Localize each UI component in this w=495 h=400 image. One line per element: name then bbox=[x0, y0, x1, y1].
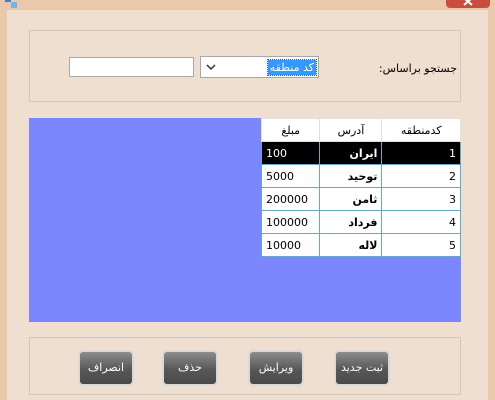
chevron-down-icon[interactable] bbox=[203, 59, 219, 75]
search-input[interactable] bbox=[69, 57, 194, 77]
title-bar bbox=[0, 0, 495, 10]
window-frame-right bbox=[488, 10, 495, 400]
column-header-address[interactable]: آدرس bbox=[319, 118, 383, 142]
table-row[interactable]: 3 ثامن 200000 bbox=[260, 187, 461, 211]
app-icon bbox=[5, 0, 17, 8]
cell-code[interactable]: 4 bbox=[381, 210, 461, 234]
cell-amount[interactable]: 10000 bbox=[260, 233, 321, 257]
table-row[interactable]: 5 لاله 10000 bbox=[260, 233, 461, 257]
data-grid-table: کدمنطقه آدرس مبلغ 1 ایران 100 2 توحید 50… bbox=[260, 118, 461, 257]
new-record-button[interactable]: ثبت جدید bbox=[334, 350, 390, 386]
table-row[interactable]: 2 توحید 5000 bbox=[260, 164, 461, 188]
cell-code[interactable]: 2 bbox=[381, 164, 461, 188]
cell-address[interactable]: لاله bbox=[319, 233, 383, 257]
close-icon bbox=[463, 0, 473, 6]
search-label: جستجو براساس: bbox=[378, 62, 457, 75]
column-header-code[interactable]: کدمنطقه bbox=[381, 118, 461, 142]
cell-amount[interactable]: 100 bbox=[260, 141, 321, 165]
cell-amount[interactable]: 100000 bbox=[260, 210, 321, 234]
close-button[interactable] bbox=[446, 0, 490, 8]
cell-address[interactable]: فرداد bbox=[319, 210, 383, 234]
cell-address[interactable]: توحید bbox=[319, 164, 383, 188]
delete-button[interactable]: حذف bbox=[162, 350, 218, 386]
table-row[interactable]: 1 ایران 100 bbox=[260, 141, 461, 165]
data-grid: کدمنطقه آدرس مبلغ 1 ایران 100 2 توحید 50… bbox=[29, 118, 461, 322]
grid-header-row: کدمنطقه آدرس مبلغ bbox=[260, 118, 461, 142]
cell-code[interactable]: 5 bbox=[381, 233, 461, 257]
cell-amount[interactable]: 200000 bbox=[260, 187, 321, 211]
combo-selected-value: کد منطقه bbox=[266, 59, 318, 76]
cell-code[interactable]: 1 bbox=[381, 141, 461, 165]
cell-address[interactable]: ثامن bbox=[319, 187, 383, 211]
cell-address[interactable]: ایران bbox=[319, 141, 383, 165]
window-frame-left bbox=[0, 10, 7, 400]
search-field-combobox[interactable]: کد منطقه bbox=[200, 56, 319, 78]
cancel-button[interactable]: انصراف bbox=[78, 350, 134, 386]
cell-amount[interactable]: 5000 bbox=[260, 164, 321, 188]
column-header-amount[interactable]: مبلغ bbox=[260, 118, 321, 142]
table-row[interactable]: 4 فرداد 100000 bbox=[260, 210, 461, 234]
edit-button[interactable]: ویرایش bbox=[248, 350, 304, 386]
cell-code[interactable]: 3 bbox=[381, 187, 461, 211]
